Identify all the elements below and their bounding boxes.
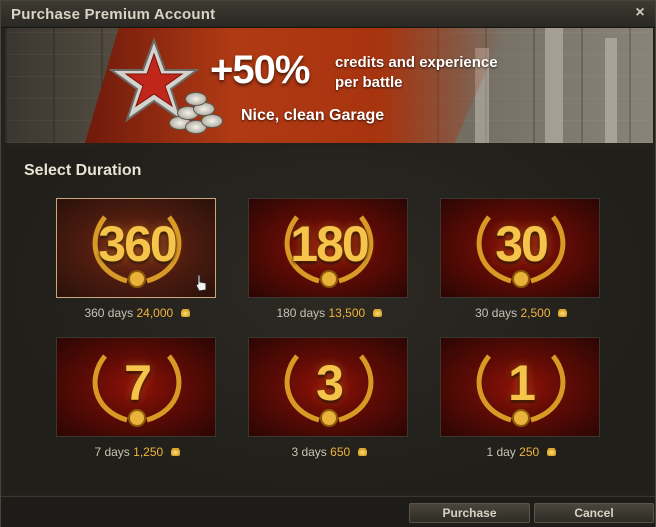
section-title: Select Duration <box>24 162 142 179</box>
title-bar[interactable]: Purchase Premium Account × <box>1 1 655 28</box>
purchase-button[interactable]: Purchase <box>409 503 530 523</box>
duration-label: 1 day 250 <box>440 445 602 459</box>
duration-number: 7 <box>124 355 152 411</box>
duration-number: 360 <box>98 216 177 272</box>
duration-card[interactable]: 30 <box>440 198 600 298</box>
duration-days: 1 day <box>486 445 516 459</box>
duration-price: 1,250 <box>133 445 164 459</box>
duration-days: 3 days <box>291 445 327 459</box>
gold-icon <box>170 449 180 457</box>
duration-price: 250 <box>519 445 540 459</box>
duration-option-180[interactable]: 180 180 days 13,500 <box>248 198 410 320</box>
duration-label: 180 days 13,500 <box>248 306 410 320</box>
promo-banner: +50% credits and experience per battle N… <box>5 28 653 143</box>
duration-card[interactable]: 1 <box>440 337 600 437</box>
bonus-description-line2: per battle <box>335 74 403 91</box>
coin-shape <box>185 92 207 106</box>
duration-card[interactable]: 7 <box>56 337 216 437</box>
duration-price: 24,000 <box>136 306 174 320</box>
gold-icon <box>546 449 556 457</box>
gold-icon <box>557 310 567 318</box>
duration-price: 2,500 <box>520 306 551 320</box>
duration-number: 30 <box>495 216 549 272</box>
coins-icon <box>165 86 225 136</box>
duration-card[interactable]: 360 <box>56 198 216 298</box>
duration-days: 180 days <box>276 306 326 320</box>
duration-option-30[interactable]: 30 30 days 2,500 <box>440 198 602 320</box>
duration-price: 13,500 <box>328 306 366 320</box>
duration-number: 180 <box>290 216 369 272</box>
duration-number: 1 <box>508 355 536 411</box>
purchase-premium-dialog: Purchase Premium Account × +50% credits … <box>0 0 656 527</box>
cancel-button[interactable]: Cancel <box>534 503 654 523</box>
duration-label: 30 days 2,500 <box>440 306 602 320</box>
duration-option-360[interactable]: 360 360 days 24,000 <box>56 198 218 320</box>
hand-cursor-icon <box>195 274 207 292</box>
dialog-footer: Purchase Cancel <box>1 496 655 527</box>
banner-subtitle: Nice, clean Garage <box>241 107 385 124</box>
bonus-description-line1: credits and experience <box>335 54 498 71</box>
duration-card[interactable]: 3 <box>248 337 408 437</box>
duration-option-3[interactable]: 3 3 days 650 <box>248 337 410 459</box>
gold-icon <box>357 449 367 457</box>
bonus-percent: +50% <box>210 48 310 92</box>
duration-label: 7 days 1,250 <box>56 445 218 459</box>
duration-number: 3 <box>316 355 344 411</box>
duration-card[interactable]: 180 <box>248 198 408 298</box>
duration-selection-panel: Select Duration 360 360 days 24,000 180 … <box>5 146 653 494</box>
duration-option-7[interactable]: 7 7 days 1,250 <box>56 337 218 459</box>
duration-days: 30 days <box>475 306 518 320</box>
coin-shape <box>201 114 223 128</box>
banner-pillar <box>605 38 617 143</box>
gold-icon <box>372 310 382 318</box>
close-icon[interactable]: × <box>631 4 649 22</box>
duration-label: 3 days 650 <box>248 445 410 459</box>
duration-option-1[interactable]: 1 1 day 250 <box>440 337 602 459</box>
gold-icon <box>180 310 190 318</box>
window-title: Purchase Premium Account <box>11 6 216 23</box>
duration-price: 650 <box>330 445 351 459</box>
banner-pillar <box>545 28 563 143</box>
duration-label: 360 days 24,000 <box>56 306 218 320</box>
duration-days: 360 days <box>84 306 134 320</box>
duration-days: 7 days <box>94 445 130 459</box>
